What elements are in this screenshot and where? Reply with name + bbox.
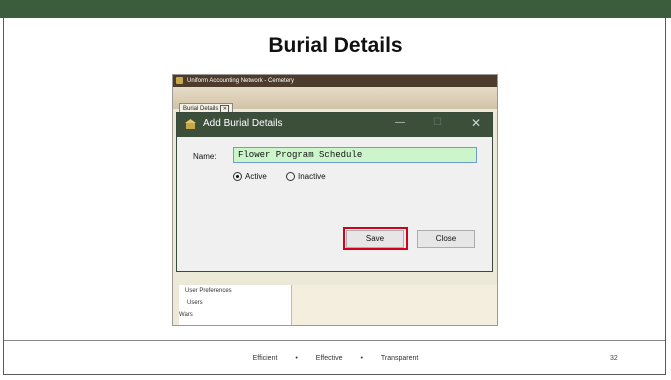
- close-button[interactable]: Close: [417, 230, 475, 248]
- save-button-highlight: [343, 227, 408, 250]
- footer-divider: [4, 340, 665, 341]
- app-content-pane: [292, 285, 497, 325]
- active-radio[interactable]: Active: [233, 172, 267, 182]
- radio-checked-icon: [233, 172, 242, 182]
- app-window-title: Uniform Accounting Network - Cemetery: [187, 78, 295, 84]
- add-burial-details-dialog: Add Burial Details — ☐ ✕ Name: Flower Pr…: [176, 112, 493, 272]
- footer-item: Effective: [315, 355, 343, 362]
- footer-item: Transparent: [380, 355, 419, 362]
- tree-item-wars[interactable]: Wars: [179, 312, 193, 318]
- footer-separator: •: [360, 355, 363, 362]
- dialog-titlebar: Add Burial Details — ☐ ✕: [177, 113, 492, 137]
- app-titlebar: Uniform Accounting Network - Cemetery: [173, 75, 497, 87]
- dialog-title: Add Burial Details: [203, 118, 283, 129]
- close-icon[interactable]: ✕: [471, 116, 481, 130]
- name-input[interactable]: Flower Program Schedule: [233, 147, 477, 163]
- footer-item: Efficient: [252, 355, 278, 362]
- page-number: 32: [610, 355, 618, 362]
- slide-footer: Efficient • Effective • Transparent: [0, 355, 671, 362]
- minimize-icon[interactable]: —: [395, 117, 405, 128]
- app-logo-icon: [176, 77, 183, 84]
- slide-title: Burial Details: [268, 34, 403, 57]
- name-label: Name:: [193, 152, 217, 161]
- inactive-radio-label: Inactive: [298, 172, 326, 181]
- dialog-logo-icon: [185, 119, 196, 129]
- maximize-icon: ☐: [433, 117, 442, 128]
- radio-unchecked-icon: [286, 172, 295, 182]
- active-radio-label: Active: [245, 172, 267, 181]
- slide-top-bar: [0, 0, 671, 18]
- navigation-tree: User Preferences Users Wars: [179, 285, 292, 325]
- footer-separator: •: [295, 355, 298, 362]
- tree-item-user-preferences[interactable]: User Preferences: [185, 288, 232, 294]
- inactive-radio[interactable]: Inactive: [286, 172, 326, 182]
- tree-item-users[interactable]: Users: [187, 300, 203, 306]
